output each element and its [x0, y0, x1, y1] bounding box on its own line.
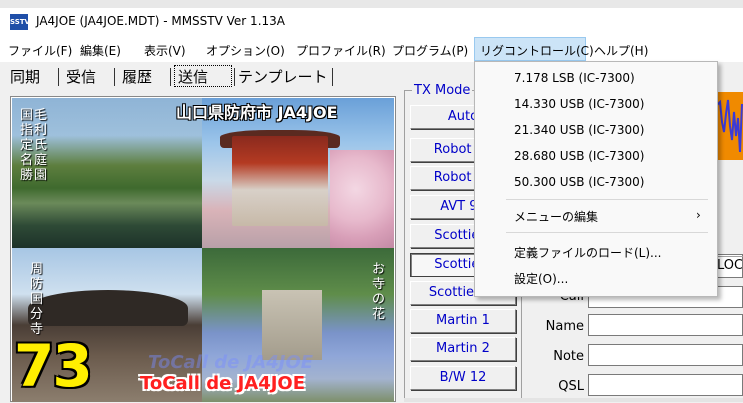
big-73-text: 73 [14, 332, 93, 400]
vertical-caption: 周防国分寺 [30, 262, 44, 337]
waveform-display [716, 92, 743, 160]
menu-edit-item[interactable]: メニューの編集 [514, 208, 598, 225]
qsl-label: QSL [558, 379, 584, 394]
menu-file[interactable]: ファイル(F) [8, 42, 72, 59]
load-definition-item[interactable]: 定義ファイルのロード(L)... [514, 244, 662, 261]
tab-sync[interactable]: 同期 [10, 66, 40, 88]
mode-bw12-button[interactable]: B/W 12 [410, 366, 516, 390]
name-input[interactable] [588, 314, 743, 336]
temple-roof [28, 290, 188, 326]
menu-help[interactable]: ヘルプ(H) [594, 42, 648, 59]
stone-stairs [262, 290, 322, 360]
tab-receive[interactable]: 受信 [66, 66, 96, 88]
tab-divider [58, 68, 59, 86]
qsl-input[interactable] [588, 374, 743, 396]
mode-martin1-button[interactable]: Martin 1 [410, 309, 516, 333]
menu-separator [506, 232, 708, 233]
tab-divider [114, 68, 115, 86]
chevron-right-icon: › [696, 208, 701, 222]
menu-option[interactable]: オプション(O) [206, 42, 285, 59]
menu-view[interactable]: 表示(V) [144, 42, 186, 59]
menu-program[interactable]: プログラム(P) [392, 42, 468, 59]
menu-rig-control[interactable]: リグコントロール(C) [480, 42, 594, 59]
note-input[interactable] [588, 344, 743, 366]
name-label: Name [545, 319, 584, 334]
top-strip [0, 0, 743, 8]
callsign-banner: 山口県防府市 JA4JOE [176, 103, 338, 122]
vertical-caption: 毛利氏庭園 [34, 108, 48, 183]
tab-history[interactable]: 履歴 [122, 66, 152, 88]
menu-separator [506, 199, 708, 200]
settings-item[interactable]: 設定(O)... [514, 270, 568, 287]
ghost-callsign: ToCall de JA4JOE [148, 352, 314, 373]
tocall-text: ToCall de JA4JOE [140, 373, 306, 394]
window-title: JA4JOE (JA4JOE.MDT) - MMSSTV Ver 1.13A [36, 14, 285, 28]
tab-template[interactable]: テンプレート [238, 66, 328, 88]
tab-divider [170, 68, 171, 86]
tx-mode-label: TX Mode [412, 83, 473, 98]
mode-martin2-button[interactable]: Martin 2 [410, 337, 516, 361]
waveform-trace [716, 99, 743, 153]
rig-freq-14330[interactable]: 14.330 USB (IC-7300) [514, 97, 644, 111]
rig-freq-21340[interactable]: 21.340 USB (IC-7300) [514, 123, 644, 137]
rig-freq-28680[interactable]: 28.680 USB (IC-7300) [514, 149, 644, 163]
tab-send[interactable]: 送信 [178, 66, 208, 88]
rig-freq-7178[interactable]: 7.178 LSB (IC-7300) [514, 71, 635, 85]
vertical-caption: お寺の花 [372, 262, 386, 322]
app-icon: SSTV [10, 14, 30, 30]
rig-freq-50300[interactable]: 50.300 USB (IC-7300) [514, 175, 644, 189]
bottom-edge [404, 398, 743, 402]
menu-edit[interactable]: 編集(E) [80, 42, 121, 59]
note-label: Note [553, 349, 584, 364]
menu-profile[interactable]: プロファイル(R) [296, 42, 386, 59]
tab-divider [234, 68, 235, 86]
tab-divider [332, 68, 333, 86]
cherry-blossom [330, 150, 394, 248]
shrine-building [232, 136, 328, 226]
